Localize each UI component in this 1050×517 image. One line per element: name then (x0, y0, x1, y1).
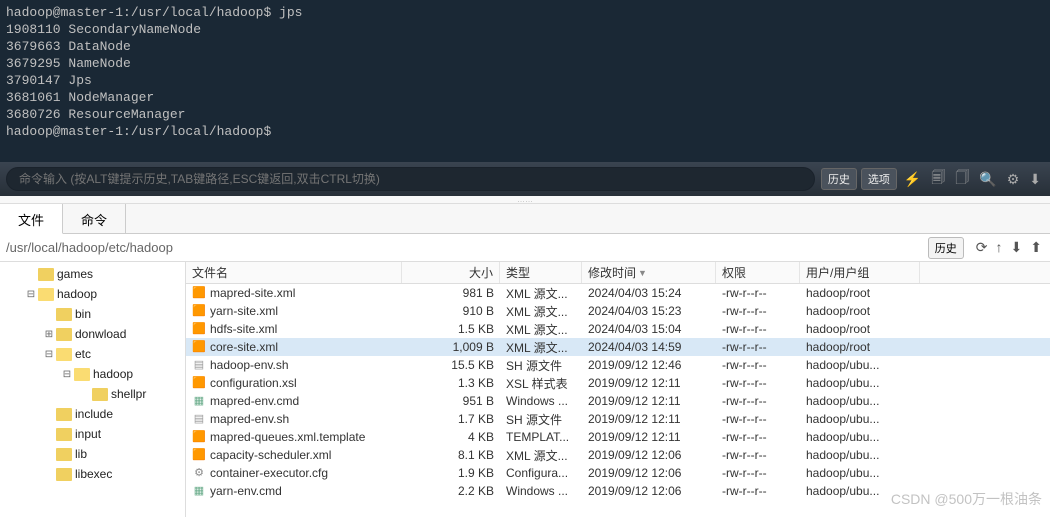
file-row[interactable]: 🟧mapred-site.xml981 BXML 源文...2024/04/03… (186, 284, 1050, 302)
tree-item-games[interactable]: games (0, 264, 185, 284)
command-input-bar: 历史 选项 ⚡ 🗐 🗍 🔍 ⚙ ⬇ (0, 162, 1050, 196)
command-input[interactable] (6, 167, 815, 191)
terminal-output[interactable]: hadoop@master-1:/usr/local/hadoop$ jps19… (0, 0, 1050, 162)
file-row[interactable]: ▤hadoop-env.sh15.5 KBSH 源文件2019/09/12 12… (186, 356, 1050, 374)
options-button[interactable]: 选项 (861, 168, 897, 190)
tree-item-etc[interactable]: ⊟etc (0, 344, 185, 364)
search-icon[interactable]: 🔍 (976, 171, 999, 188)
tabs: 文件 命令 (0, 204, 1050, 234)
gear-icon[interactable]: ⚙ (1004, 171, 1023, 188)
col-mtime[interactable]: 修改时间▼ (582, 262, 716, 283)
refresh-icon[interactable]: ⟳ (976, 239, 988, 256)
copy-icon[interactable]: 🗐 (928, 167, 948, 191)
history-button[interactable]: 历史 (821, 168, 857, 190)
col-owner[interactable]: 用户/用户组 (800, 262, 920, 283)
file-list[interactable]: 文件名 大小 类型 修改时间▼ 权限 用户/用户组 🟧mapred-site.x… (186, 262, 1050, 517)
bolt-icon[interactable]: ⚡ (901, 171, 924, 188)
tab-command[interactable]: 命令 (63, 204, 126, 233)
tree-item-donwload[interactable]: ⊞donwload (0, 324, 185, 344)
file-row[interactable]: 🟧mapred-queues.xml.template4 KBTEMPLAT..… (186, 428, 1050, 446)
file-row[interactable]: ▦yarn-env.cmd2.2 KBWindows ...2019/09/12… (186, 482, 1050, 500)
file-row[interactable]: 🟧core-site.xml1,009 BXML 源文...2024/04/03… (186, 338, 1050, 356)
file-row[interactable]: ⚙container-executor.cfg1.9 KBConfigura..… (186, 464, 1050, 482)
file-row[interactable]: 🟧capacity-scheduler.xml8.1 KBXML 源文...20… (186, 446, 1050, 464)
path-bar: /usr/local/hadoop/etc/hadoop 历史 ⟳ ↑ ⬇ ⬆ (0, 234, 1050, 262)
paste-icon[interactable]: 🗍 (952, 167, 972, 191)
tree-item-bin[interactable]: bin (0, 304, 185, 324)
tree-item-lib[interactable]: lib (0, 444, 185, 464)
path-history-button[interactable]: 历史 (928, 237, 964, 259)
tree-item-include[interactable]: include (0, 404, 185, 424)
file-row[interactable]: ▦mapred-env.cmd951 BWindows ...2019/09/1… (186, 392, 1050, 410)
tree-item-shellpr[interactable]: shellpr (0, 384, 185, 404)
file-row[interactable]: 🟧yarn-site.xml910 BXML 源文...2024/04/03 1… (186, 302, 1050, 320)
current-path[interactable]: /usr/local/hadoop/etc/hadoop (0, 236, 924, 259)
file-row[interactable]: ▤mapred-env.sh1.7 KBSH 源文件2019/09/12 12:… (186, 410, 1050, 428)
tab-file[interactable]: 文件 (0, 204, 63, 234)
file-list-header: 文件名 大小 类型 修改时间▼ 权限 用户/用户组 (186, 262, 1050, 284)
upload-icon[interactable]: ⬆ (1030, 239, 1042, 256)
tree-item-input[interactable]: input (0, 424, 185, 444)
download-icon[interactable]: ⬇ (1026, 171, 1044, 188)
col-perm[interactable]: 权限 (716, 262, 800, 283)
folder-tree[interactable]: games⊟hadoopbin⊞donwload⊟etc⊟hadoopshell… (0, 262, 186, 517)
tree-item-hadoop[interactable]: ⊟hadoop (0, 364, 185, 384)
file-row[interactable]: 🟧hdfs-site.xml1.5 KBXML 源文...2024/04/03 … (186, 320, 1050, 338)
sort-desc-icon: ▼ (638, 268, 647, 278)
col-name[interactable]: 文件名 (186, 262, 402, 283)
up-icon[interactable]: ↑ (996, 239, 1003, 256)
tree-item-libexec[interactable]: libexec (0, 464, 185, 484)
download-icon[interactable]: ⬇ (1011, 239, 1023, 256)
file-row[interactable]: 🟧configuration.xsl1.3 KBXSL 样式表2019/09/1… (186, 374, 1050, 392)
col-type[interactable]: 类型 (500, 262, 582, 283)
tree-item-hadoop[interactable]: ⊟hadoop (0, 284, 185, 304)
drag-handle[interactable]: …… (0, 196, 1050, 204)
col-size[interactable]: 大小 (402, 262, 500, 283)
